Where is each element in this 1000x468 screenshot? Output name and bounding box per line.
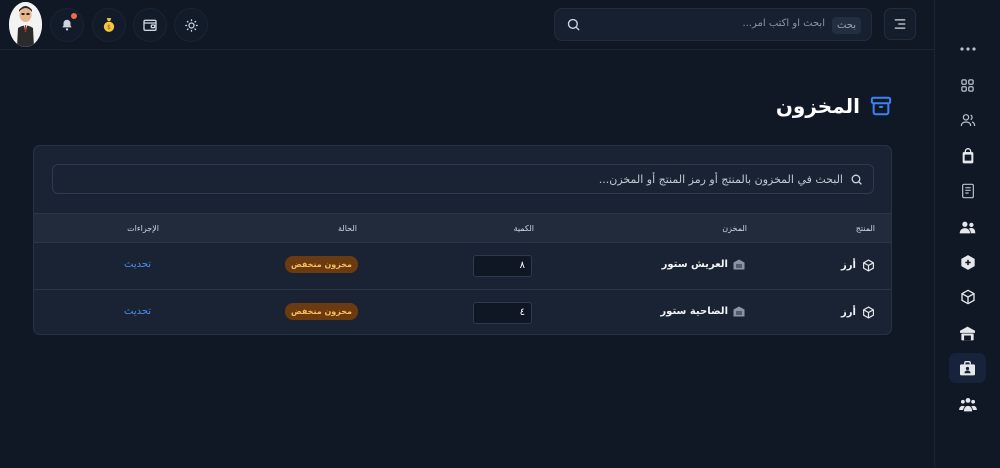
grid-icon <box>960 78 975 93</box>
product-name: أرز <box>841 260 856 271</box>
status-badge: مخزون منخفض <box>285 256 358 273</box>
header-quantity: الكمية <box>513 224 534 233</box>
search-icon <box>566 17 581 32</box>
product-cell: أرز <box>841 259 875 272</box>
warehouse-icon <box>959 326 976 341</box>
table-header: المنتج المخزن الكمية الحالة الإجراءات <box>34 213 891 243</box>
search-shortcut-badge: بحث <box>831 17 861 34</box>
sidebar-item-warehouses[interactable] <box>949 318 986 348</box>
team-icon <box>958 397 977 412</box>
header-product: المنتج <box>855 224 875 233</box>
warehouse-cell: العريش ستور <box>662 259 745 270</box>
warehouse-cell: الضاحية ستور <box>660 306 745 317</box>
inventory-search-input[interactable]: البحث في المخزون بالمنتج أو رمز المنتج أ… <box>52 164 874 194</box>
page-title: المخزون <box>775 94 860 118</box>
box-plus-icon <box>960 254 976 271</box>
warehouse-name: الضاحية ستور <box>660 306 728 317</box>
bag-icon <box>961 148 975 164</box>
update-link[interactable]: تحديث <box>124 259 151 270</box>
users-icon <box>959 221 976 234</box>
table-row: أرز العريش ستور ٨ مخزون منخفض تحديث <box>34 243 891 289</box>
warehouse-icon <box>733 259 745 270</box>
search-icon <box>850 173 863 186</box>
theme-toggle-button[interactable] <box>174 8 208 42</box>
sidebar-item-customers[interactable] <box>949 105 986 135</box>
cube-icon <box>960 289 976 305</box>
sidebar-item-invoices[interactable] <box>949 176 986 206</box>
wallet-button[interactable] <box>133 8 167 42</box>
wallet-icon <box>142 17 158 33</box>
status-badge: مخزون منخفض <box>285 303 358 320</box>
cube-icon <box>862 306 875 319</box>
header-actions: الإجراءات <box>127 224 159 233</box>
inventory-card: البحث في المخزون بالمنتج أو رمز المنتج أ… <box>33 145 892 335</box>
header-status: الحالة <box>338 224 357 233</box>
sidebar-item-users[interactable] <box>949 212 986 242</box>
inventory-icon <box>959 360 976 376</box>
menu-icon <box>893 18 907 30</box>
sidebar-item-inventory[interactable] <box>949 353 986 383</box>
archive-icon <box>870 95 892 117</box>
table-row: أرز الضاحية ستور ٤ مخزون منخفض تحديث <box>34 289 891 334</box>
users-outline-icon <box>960 113 976 127</box>
document-icon <box>961 183 975 199</box>
sidebar-item-products[interactable] <box>949 282 986 312</box>
bell-icon <box>60 18 74 32</box>
svg-text:$: $ <box>107 25 111 31</box>
sun-icon <box>184 18 199 33</box>
topbar: $ بحث ابحث او اكتب امر... <box>0 0 934 50</box>
quantity-input[interactable]: ٤ <box>473 302 532 324</box>
sidebar-item-dashboard[interactable] <box>949 70 986 100</box>
global-search[interactable]: بحث ابحث او اكتب امر... <box>554 8 872 41</box>
header-warehouse: المخزن <box>722 224 747 233</box>
product-name: أرز <box>841 307 856 318</box>
sidebar-item-team[interactable] <box>949 389 986 419</box>
warehouse-icon <box>733 306 745 317</box>
global-search-placeholder[interactable]: ابحث او اكتب امر... <box>742 18 825 29</box>
sidebar <box>934 0 1000 468</box>
page-header: المخزون <box>776 94 892 118</box>
warehouse-name: العريش ستور <box>661 259 728 270</box>
notification-dot <box>71 13 77 19</box>
cube-icon <box>862 259 875 272</box>
update-link[interactable]: تحديث <box>124 306 151 317</box>
balance-button[interactable]: $ <box>92 8 126 42</box>
sidebar-item-add-product[interactable] <box>949 247 986 277</box>
product-cell: أرز <box>841 306 875 319</box>
sidebar-item-more[interactable] <box>949 34 986 64</box>
menu-toggle-button[interactable] <box>884 8 916 40</box>
sidebar-item-orders[interactable] <box>949 141 986 171</box>
more-icon <box>959 47 976 51</box>
inventory-search-placeholder[interactable]: البحث في المخزون بالمنتج أو رمز المنتج أ… <box>599 173 843 186</box>
notifications-button[interactable] <box>50 8 84 42</box>
coin-icon: $ <box>102 17 116 33</box>
user-avatar[interactable] <box>9 2 42 47</box>
quantity-input[interactable]: ٨ <box>473 255 532 277</box>
